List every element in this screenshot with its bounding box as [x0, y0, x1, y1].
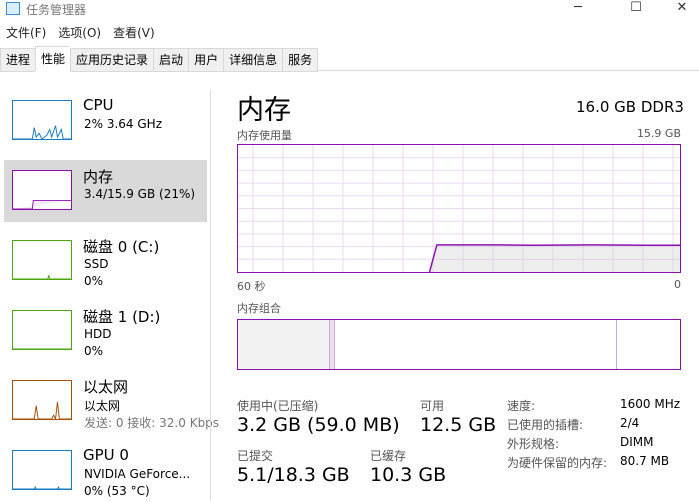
divider — [210, 90, 211, 501]
sidebar-item-name: CPU — [83, 96, 114, 114]
detail-label: 外形规格: — [507, 437, 560, 451]
tab-6[interactable]: 服务 — [282, 48, 319, 72]
sidebar-item-3[interactable]: 磁盘 1 (D:) HDD 0% — [4, 300, 207, 362]
time-left-label: 60 秒 — [237, 280, 266, 293]
sidebar-item-detail: 0% — [84, 344, 104, 358]
usage-max: 15.9 GB — [636, 127, 681, 140]
sidebar-thumbnail-graph — [12, 100, 72, 140]
detail-value: 2/4 — [620, 416, 640, 430]
sidebar-item-name: 磁盘 1 (D:) — [83, 308, 161, 326]
close-button[interactable]: ✕ — [665, 0, 699, 18]
sidebar-item-name: 磁盘 0 (C:) — [83, 238, 160, 256]
sidebar-thumbnail-graph — [12, 170, 72, 210]
sidebar-item-name: GPU 0 — [83, 446, 129, 464]
sidebar-item-detail: 发送: 0 接收: 32.0 Kbps — [84, 416, 220, 430]
sidebar-item-4[interactable]: 以太网 以太网 发送: 0 接收: 32.0 Kbps — [4, 370, 219, 432]
sidebar-item-detail: 3.4/15.9 GB (21%) — [84, 187, 196, 201]
sidebar-item-detail: SSD — [84, 257, 109, 271]
sidebar-item-name: 内存 — [83, 168, 114, 186]
tab-5[interactable]: 详细信息 — [223, 48, 283, 72]
in-use-value: 3.2 GB (59.0 MB) — [237, 414, 400, 436]
detail-value: DIMM — [620, 435, 654, 449]
sidebar-item-detail: 以太网 — [84, 399, 121, 413]
memory-usage-chart — [237, 144, 681, 273]
page-title: 内存 — [237, 95, 291, 126]
tab-bar: 进程 性能 应用历史记录 启动 用户 详细信息 服务 — [0, 46, 699, 72]
tab-1[interactable]: 性能 — [35, 46, 71, 71]
composition-label: 内存组合 — [237, 302, 281, 315]
minimize-button[interactable]: ─ — [561, 0, 595, 18]
available-value: 12.5 GB — [420, 414, 497, 436]
sidebar-thumbnail-graph — [12, 450, 72, 490]
sidebar-thumbnail-graph — [12, 310, 72, 350]
menu-options[interactable]: 选项(O) — [58, 26, 101, 40]
composition-in-use — [238, 320, 329, 369]
sidebar-item-5[interactable]: GPU 0 NVIDIA GeForce... 0% (53 °C) — [4, 440, 207, 502]
detail-label: 已使用的插槽: — [507, 418, 584, 432]
menu-file[interactable]: 文件(F) — [6, 26, 46, 40]
in-use-label: 使用中(已压缩) — [237, 399, 319, 413]
committed-label: 已提交 — [237, 449, 274, 463]
memory-composition-bar — [237, 319, 681, 370]
task-manager-icon — [6, 2, 20, 15]
memory-spec: 16.0 GB DDR3 — [576, 98, 684, 116]
committed-value: 5.1/18.3 GB — [237, 464, 350, 486]
menu-view[interactable]: 查看(V) — [113, 26, 155, 40]
sidebar-item-detail: NVIDIA GeForce... — [84, 467, 191, 481]
tab-4[interactable]: 用户 — [188, 48, 224, 72]
usage-area — [429, 244, 680, 272]
tab-2[interactable]: 应用历史记录 — [70, 48, 154, 72]
sidebar-item-name: 以太网 — [83, 378, 129, 396]
window-title: 任务管理器 — [26, 3, 87, 17]
detail-label: 速度: — [507, 399, 536, 413]
composition-divider — [616, 320, 617, 369]
detail-value: 1600 MHz — [620, 397, 681, 411]
sidebar-item-detail: 2% 3.64 GHz — [84, 117, 163, 131]
sidebar-item-detail: 0% — [84, 274, 104, 288]
usage-label: 内存使用量 — [237, 129, 292, 142]
detail-value: 80.7 MB — [620, 454, 670, 468]
sidebar-item-detail: HDD — [84, 327, 112, 341]
sidebar: CPU 2% 3.64 GHz 内存 3.4/15.9 GB (21%) 磁盘 0 … — [0, 72, 219, 502]
tab-0[interactable]: 进程 — [0, 48, 36, 72]
cached-value: 10.3 GB — [370, 464, 447, 486]
sidebar-item-0[interactable]: CPU 2% 3.64 GHz — [4, 90, 207, 152]
sidebar-thumbnail-graph — [12, 240, 72, 280]
tab-3[interactable]: 启动 — [153, 48, 189, 72]
sidebar-thumbnail-graph — [12, 380, 72, 421]
cached-label: 已缓存 — [370, 449, 407, 463]
time-right-label: 0 — [674, 278, 681, 291]
sidebar-item-2[interactable]: 磁盘 0 (C:) SSD 0% — [4, 230, 207, 292]
maximize-button[interactable]: ☐ — [619, 0, 653, 18]
available-label: 可用 — [420, 399, 445, 413]
detail-label: 为硬件保留的内存: — [507, 456, 608, 470]
composition-modified — [329, 320, 335, 369]
title-bar: 任务管理器 ─ ☐ ✕ — [0, 0, 699, 20]
sidebar-item-detail: 0% (53 °C) — [84, 484, 150, 498]
sidebar-item-1[interactable]: 内存 3.4/15.9 GB (21%) — [4, 160, 207, 222]
menu-bar: 文件(F) 选项(O) 查看(V) — [0, 24, 161, 44]
